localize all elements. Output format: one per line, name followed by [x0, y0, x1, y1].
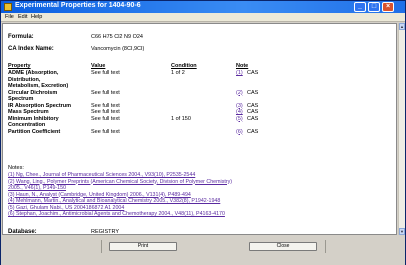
table-cell-note-link[interactable]: (4): [236, 109, 243, 115]
formula-value: C66 H75 Cl2 N9 O24: [91, 34, 143, 40]
table-cell-property: IR Absorption Spectrum: [8, 102, 72, 109]
table-cell-property: Distribution,: [8, 76, 41, 83]
reference-link[interactable]: (3) Haun, N., Analyst (Cambridge, United…: [8, 192, 191, 198]
table-cell-property: Circular Dichroism: [8, 89, 58, 96]
table-cell-property: Spectrum: [8, 96, 34, 102]
table-cell-note-source: CAS: [247, 102, 259, 109]
formula-row: Formula: C66 H75 Cl2 N9 O24: [8, 34, 143, 40]
menu-file[interactable]: File: [5, 14, 14, 20]
table-cell-property: Mass Spectrum: [8, 109, 49, 115]
properties-window: Experimental Properties for 1404-90-6 _ …: [0, 0, 406, 265]
reference-link[interactable]: (5) Gazi, Ghulam Nabi., US 2004186872 A1…: [8, 205, 124, 211]
title-bar[interactable]: Experimental Properties for 1404-90-6 _ …: [1, 1, 405, 13]
table-cell-note-source: CAS: [247, 115, 259, 122]
table-cell-property: Partition Coefficient: [8, 128, 61, 135]
database-row: Database: REGISTRY: [8, 229, 119, 235]
notes-title: Notes:: [8, 165, 24, 171]
app-icon: [4, 3, 12, 11]
table-cell-property: ADME (Absorption,: [8, 70, 59, 76]
table-cell-note-source: CAS: [247, 128, 259, 135]
table-cell-note-link[interactable]: (6): [236, 129, 243, 135]
table-cell-value: See full text: [91, 70, 120, 76]
close-window-button[interactable]: ×: [382, 2, 394, 12]
table-cell-property: Metabolism, Excretion): [8, 83, 69, 89]
table-cell-note-link[interactable]: (2): [236, 90, 243, 96]
scroll-up-icon[interactable]: ▲: [399, 23, 405, 30]
button-bar: Print Close: [1, 236, 405, 265]
table-cell-value: See full text: [91, 128, 120, 135]
table-cell-condition: 1 of 2: [171, 70, 185, 76]
table-cell-value: See full text: [91, 89, 120, 96]
scroll-down-icon[interactable]: ▼: [399, 228, 405, 235]
reference-link[interactable]: (4) Mehlmann, Martin., Analytical and Bi…: [8, 198, 220, 204]
table-cell-condition: 1 of 150: [171, 115, 191, 122]
properties-content: Formula: C66 H75 Cl2 N9 O24 CA Index Nam…: [2, 23, 397, 235]
table-cell-value: See full text: [91, 102, 120, 109]
table-cell-note-source: CAS: [247, 89, 259, 96]
database-label: Database:: [8, 229, 37, 235]
table-cell-note-source: CAS: [247, 109, 259, 115]
print-button[interactable]: Print: [109, 242, 177, 251]
reference-link[interactable]: (2) Wang, Ling., Polymer Preprints (Amer…: [8, 179, 232, 185]
database-value: REGISTRY: [91, 229, 120, 235]
reference-link[interactable]: (1) Ng, Chee., Journal of Pharmaceutical…: [8, 172, 195, 178]
separator: [325, 240, 326, 253]
header-condition: Condition: [171, 63, 197, 69]
menu-edit[interactable]: Edit: [18, 14, 27, 20]
header-property: Property: [8, 63, 31, 69]
minimize-button[interactable]: _: [354, 2, 366, 12]
table-cell-value: See full text: [91, 115, 120, 122]
ca-index-label: CA Index Name:: [8, 46, 54, 52]
header-note: Note: [236, 63, 249, 69]
menu-bar: File Edit Help: [1, 13, 405, 22]
table-cell-note-link[interactable]: (1): [236, 70, 243, 76]
table-cell-note-source: CAS: [247, 70, 259, 76]
formula-label: Formula:: [8, 34, 34, 40]
table-cell-property: Minimum Inhibitory: [8, 115, 59, 122]
header-value: Value: [91, 63, 106, 69]
table-cell-note-link[interactable]: (5): [236, 116, 243, 122]
maximize-button[interactable]: □: [368, 2, 380, 12]
menu-help[interactable]: Help: [31, 14, 42, 20]
table-cell-note-link[interactable]: (3): [236, 103, 243, 109]
reference-link[interactable]: 2005., V46(1), P149-150: [8, 185, 66, 191]
reference-link[interactable]: (6) Stephan, Joachim., Antimicrobial Age…: [8, 211, 225, 217]
ca-index-value: Vancomycin (8CI,9CI): [91, 46, 145, 52]
separator: [101, 240, 102, 253]
window-title: Experimental Properties for 1404-90-6: [15, 2, 141, 9]
table-cell-property: Concentration: [8, 122, 46, 128]
vertical-scrollbar[interactable]: ▲ ▼: [398, 23, 405, 235]
table-cell-value: See full text: [91, 109, 120, 115]
close-button[interactable]: Close: [249, 242, 317, 251]
ca-index-row: CA Index Name: Vancomycin (8CI,9CI): [8, 46, 144, 52]
